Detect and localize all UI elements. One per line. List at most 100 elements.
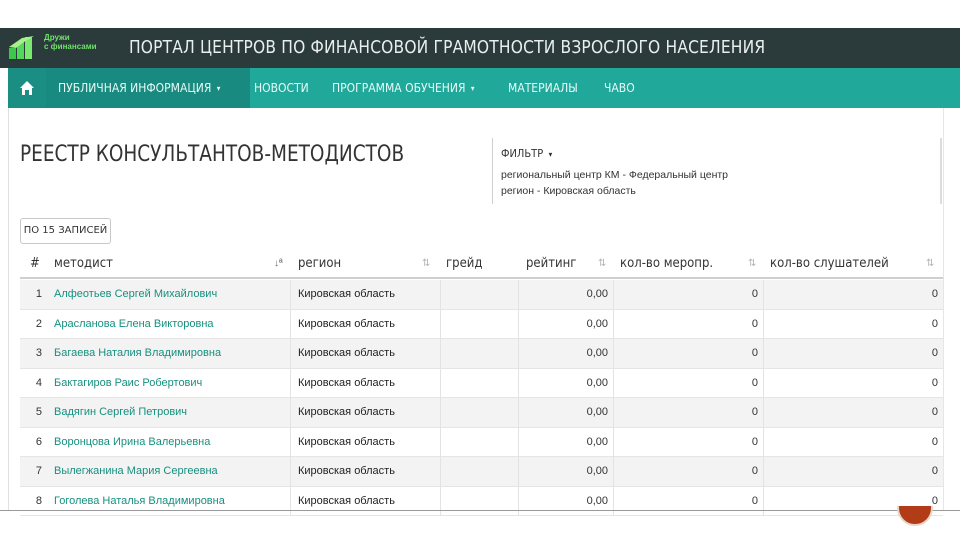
column-separator	[613, 280, 614, 309]
methodist-link[interactable]: Бактагиров Раис Робертович	[54, 369, 202, 398]
nav-item-label: ЧАВО	[604, 81, 635, 95]
column-separator	[613, 339, 614, 368]
nav-item-label: МАТЕРИАЛЫ	[508, 81, 578, 95]
column-separator	[763, 457, 764, 486]
nav-home-button[interactable]	[8, 68, 46, 108]
row-number: 5	[35, 406, 42, 418]
region-cell: Кировская область	[298, 288, 395, 300]
region-cell: Кировская область	[298, 465, 395, 477]
filter-toggle[interactable]: ФИЛЬТР ▾	[501, 147, 552, 160]
column-separator	[440, 398, 441, 427]
events-count-cell: 0	[751, 288, 758, 300]
sort-icon[interactable]: ⇅	[598, 250, 606, 279]
column-separator	[440, 309, 441, 339]
page-number-badge	[897, 506, 933, 526]
column-separator	[763, 368, 764, 398]
nav-item-news[interactable]: НОВОСТИ	[254, 68, 309, 108]
column-separator	[763, 486, 764, 516]
column-separator	[763, 309, 764, 339]
column-separator	[290, 457, 291, 486]
events-count-cell: 0	[751, 317, 758, 330]
column-separator	[440, 339, 441, 368]
column-separator	[518, 309, 519, 339]
region-cell: Кировская область	[298, 494, 395, 507]
rating-cell: 0,00	[586, 406, 608, 418]
methodist-link[interactable]: Воронцова Ирина Валерьевна	[54, 428, 210, 457]
logo-mark-icon	[9, 36, 34, 59]
row-number: 3	[35, 347, 42, 359]
column-separator	[763, 280, 764, 309]
methodist-link[interactable]: Вылегжанина Мария Сергеевна	[54, 457, 218, 486]
column-separator	[518, 368, 519, 398]
filter-criterion-region: регион - Кировская область	[501, 185, 636, 197]
row-number: 7	[35, 465, 42, 477]
column-separator	[518, 398, 519, 427]
table-row: 7 Вылегжанина Мария Сергеевна Кировская об…	[20, 457, 943, 487]
table-header: # методист ↓ª регион ⇅ грейд рейтинг ⇅ к…	[20, 250, 943, 279]
listeners-count-cell: 0	[931, 288, 938, 300]
home-icon	[20, 81, 34, 95]
column-header-region[interactable]: регион	[298, 250, 341, 279]
sort-icon[interactable]: ⇅	[748, 250, 756, 279]
logo-name-line1: Дружи	[44, 33, 70, 42]
column-separator	[518, 339, 519, 368]
column-header-rating[interactable]: рейтинг	[526, 250, 576, 279]
logo-name: Дружи с финансами	[44, 33, 97, 51]
logo-name-line2: с финансами	[44, 42, 97, 51]
column-header-num[interactable]: #	[30, 250, 40, 279]
nav-item-label: ПРОГРАММА ОБУЧЕНИЯ	[332, 81, 466, 95]
sort-asc-icon[interactable]: ↓ª	[274, 250, 283, 279]
sort-icon[interactable]: ⇅	[926, 250, 934, 279]
methodist-link[interactable]: Арасланова Елена Викторовна	[54, 310, 214, 339]
nav-item-materials[interactable]: МАТЕРИАЛЫ	[508, 68, 578, 108]
listeners-count-cell: 0	[931, 465, 938, 477]
methodist-link[interactable]: Вадягин Сергей Петрович	[54, 398, 187, 427]
page-size-button[interactable]: ПО 15 ЗАПИСЕЙ	[20, 218, 111, 244]
nav-item-faq[interactable]: ЧАВО	[604, 68, 635, 108]
portal-title: ПОРТАЛ ЦЕНТРОВ ПО ФИНАНСОВОЙ ГРАМОТНОСТИ…	[129, 37, 766, 58]
events-count-cell: 0	[751, 494, 758, 507]
column-separator	[613, 427, 614, 457]
filter-label: ФИЛЬТР	[501, 147, 544, 160]
table-row: 4 Бактагиров Раис Робертович Кировская обл…	[20, 368, 943, 398]
column-separator	[613, 457, 614, 486]
nav-item-label: ПУБЛИЧНАЯ ИНФОРМАЦИЯ	[58, 81, 212, 95]
filter-panel: ФИЛЬТР ▾ региональный центр КМ - Федераль…	[492, 138, 942, 204]
page-title: РЕЕСТР КОНСУЛЬТАНТОВ-МЕТОДИСТОВ	[20, 142, 405, 167]
sort-icon[interactable]: ⇅	[422, 250, 430, 279]
table-row: 3 Багаева Наталия Владимировна Кировская о…	[20, 339, 943, 369]
methodist-link[interactable]: Гоголева Наталья Владимировна	[54, 487, 225, 516]
column-separator	[440, 486, 441, 516]
caret-down-icon: ▾	[548, 149, 553, 159]
content-border-right	[943, 108, 944, 510]
column-header-grade[interactable]: грейд	[446, 250, 482, 279]
column-separator	[613, 486, 614, 516]
listeners-count-cell: 0	[931, 376, 938, 389]
caret-down-icon: ▾	[470, 83, 475, 93]
nav-item-label: НОВОСТИ	[254, 81, 309, 95]
logo[interactable]: Дружи с финансами	[8, 31, 112, 65]
caret-down-icon: ▾	[216, 83, 221, 93]
column-separator	[440, 368, 441, 398]
events-count-cell: 0	[751, 406, 758, 418]
events-count-cell: 0	[751, 347, 758, 359]
column-separator	[613, 398, 614, 427]
table-row: 2 Арасланова Елена Викторовна Кировская об…	[20, 309, 943, 339]
region-cell: Кировская область	[298, 376, 395, 389]
rating-cell: 0,00	[586, 494, 608, 507]
region-cell: Кировская область	[298, 406, 395, 418]
column-separator	[613, 368, 614, 398]
nav-item-public-info[interactable]: ПУБЛИЧНАЯ ИНФОРМАЦИЯ ▾	[58, 68, 220, 108]
column-header-methodist[interactable]: методист	[54, 250, 113, 279]
column-separator	[440, 457, 441, 486]
column-header-listeners[interactable]: кол-во слушателей	[770, 250, 889, 279]
row-number: 6	[35, 435, 42, 448]
methodist-link[interactable]: Багаева Наталия Владимировна	[54, 339, 221, 368]
listeners-count-cell: 0	[931, 406, 938, 418]
methodist-link[interactable]: Алфеотьев Сергей Михайлович	[54, 280, 217, 309]
column-separator	[518, 427, 519, 457]
column-separator	[613, 309, 614, 339]
column-header-events[interactable]: кол-во меропр.	[620, 250, 713, 279]
column-separator	[290, 280, 291, 309]
nav-item-program[interactable]: ПРОГРАММА ОБУЧЕНИЯ ▾	[332, 68, 475, 108]
